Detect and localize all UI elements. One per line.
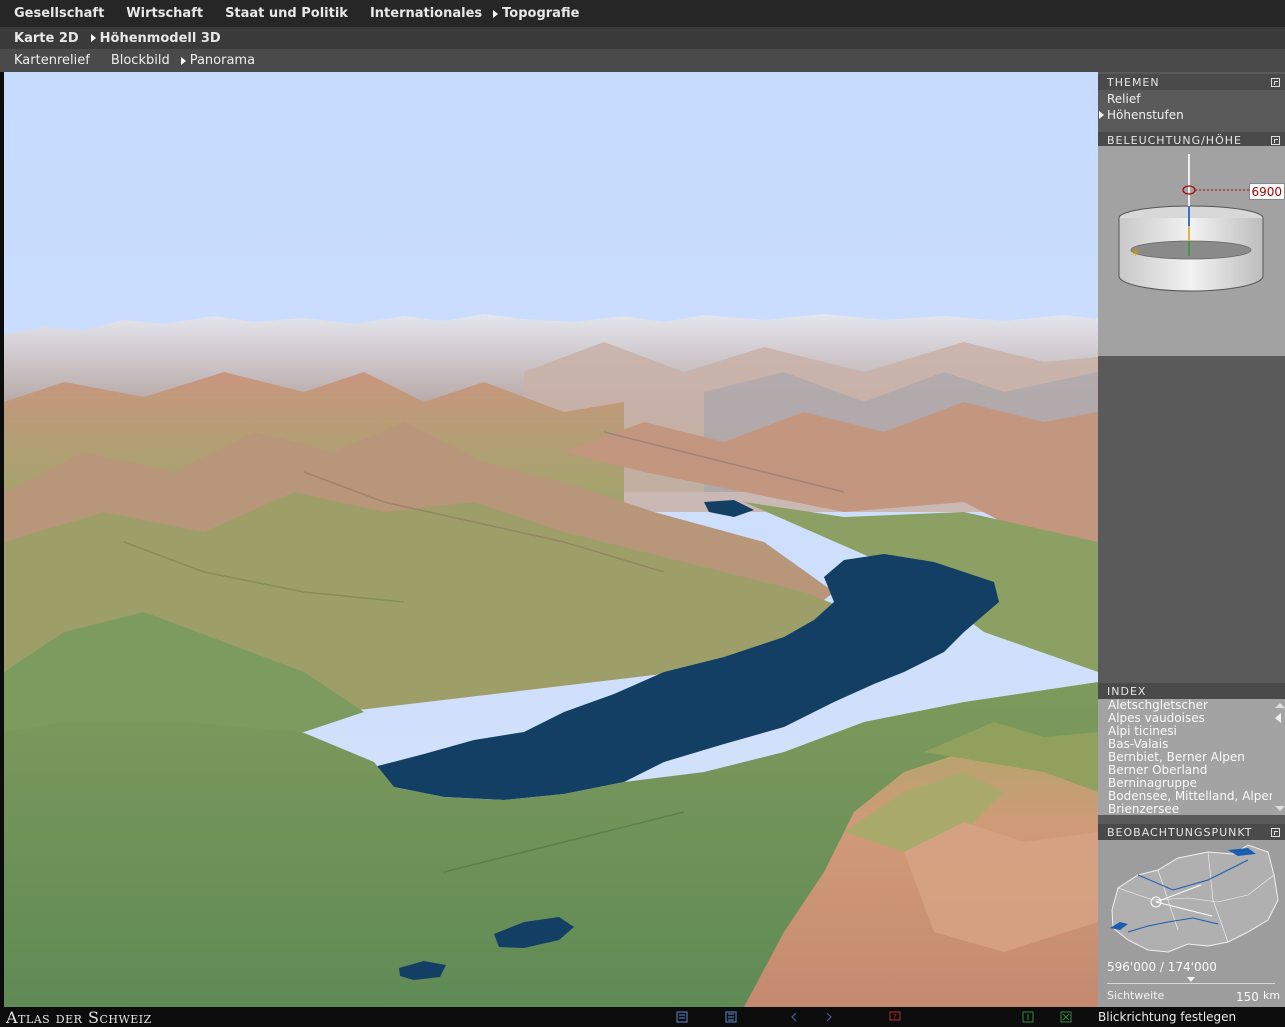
nav-kartenrelief[interactable]: Kartenrelief (14, 53, 90, 68)
nav-karte-2d[interactable]: Karte 2D (14, 31, 79, 46)
nav-wirtschaft[interactable]: Wirtschaft (126, 6, 203, 21)
forward-icon[interactable] (823, 1011, 835, 1023)
nav-label: Karte 2D (14, 30, 79, 46)
theme-label: Relief (1107, 92, 1141, 106)
expand-icon[interactable] (1271, 78, 1280, 87)
list-item[interactable]: Bas-Valais (1098, 738, 1272, 751)
help-icon[interactable]: ? (889, 1011, 901, 1023)
sichtweite-value: 150 (1236, 990, 1259, 1004)
panorama-render (4, 72, 1098, 1007)
index-scrollbar[interactable] (1272, 699, 1285, 815)
nav-label: Wirtschaft (126, 6, 204, 21)
nav-panorama[interactable]: Panorama (180, 53, 256, 68)
list-item[interactable]: Alpes vaudoises (1098, 712, 1272, 725)
atlas-app: Gesellschaft Wirtschaft Staat und Politi… (0, 0, 1285, 1027)
back-arrow-icon[interactable] (1275, 713, 1281, 723)
arrow-right-icon (90, 34, 96, 42)
svg-text:✳: ✳ (1131, 246, 1140, 259)
side-panel: THEMEN Relief Höhenstufen BELEUCHTUNG/HÖ… (1098, 72, 1285, 1007)
nav-blockbild[interactable]: Blockbild (111, 53, 170, 68)
lighting-cylinder: ✳ (1118, 154, 1264, 292)
expand-icon[interactable] (1271, 828, 1280, 837)
list-item[interactable]: Brienzersee (1098, 803, 1272, 815)
index-header: INDEX (1098, 683, 1285, 699)
expand-icon[interactable] (1271, 136, 1280, 145)
list-icon[interactable] (725, 1011, 737, 1023)
arrow-right-icon (1099, 111, 1104, 119)
list-item[interactable]: Aletschgletscher (1098, 699, 1272, 712)
status-text: Blickrichtung festlegen (1098, 1010, 1237, 1024)
nav-label: Kartenrelief (14, 53, 90, 68)
scroll-down-icon[interactable] (1275, 806, 1285, 811)
sichtweite-label: Sichtweite (1107, 989, 1165, 1002)
index-list[interactable]: Aletschgletscher Alpes vaudoises Alpi ti… (1098, 699, 1285, 815)
sichtweite-slider-thumb[interactable] (1187, 977, 1195, 982)
nav-gesellschaft[interactable]: Gesellschaft (14, 6, 104, 21)
arrow-right-icon (493, 9, 499, 18)
nav-staat-und-politik[interactable]: Staat und Politik (225, 6, 348, 21)
observation-title: BEOBACHTUNGSPUNKT (1107, 826, 1253, 839)
exit-icon[interactable] (1060, 1011, 1072, 1023)
list-item[interactable]: Berner Oberland (1098, 764, 1272, 777)
panorama-view[interactable] (4, 72, 1098, 1007)
nav-topografie[interactable]: Topografie (493, 6, 579, 21)
app-logo: Atlas der Schweiz (6, 1008, 152, 1027)
themes-title: THEMEN (1107, 76, 1160, 89)
list-item[interactable]: Bodensee, Mittelland, Alpen (1098, 790, 1272, 803)
list-item[interactable]: Berninagruppe (1098, 777, 1272, 790)
theme-relief[interactable]: Relief (1107, 92, 1140, 106)
main-nav: Gesellschaft Wirtschaft Staat und Politi… (0, 0, 1285, 27)
nav-label: Höhenmodell 3D (99, 30, 221, 46)
scroll-up-icon[interactable] (1275, 703, 1285, 708)
nav-internationales[interactable]: Internationales (370, 6, 482, 21)
view-nav: Kartenrelief Blockbild Panorama (0, 49, 1285, 72)
list-item[interactable]: Bernbiet, Berner Alpen (1098, 751, 1272, 764)
arrow-right-icon (180, 56, 186, 65)
nav-label: Staat und Politik (225, 6, 348, 21)
height-value-field[interactable]: 6900 (1249, 183, 1285, 200)
nav-label: Gesellschaft (14, 6, 105, 21)
nav-label: Panorama (189, 53, 256, 68)
theme-hoehenstufen[interactable]: Höhenstufen (1099, 108, 1184, 122)
observation-panel: 596'000 / 174'000 Sichtweite 150 km (1098, 840, 1285, 1007)
nav-label: Topografie (502, 6, 580, 21)
lighting-control[interactable]: ✳ 6900 (1098, 146, 1285, 356)
observation-header: BEOBACHTUNGSPUNKT (1098, 824, 1285, 840)
index-title: INDEX (1107, 685, 1147, 698)
sichtweite-unit: km (1263, 989, 1281, 1002)
back-icon[interactable] (788, 1011, 800, 1023)
nav-label: Blockbild (110, 53, 170, 68)
bottom-bar: Atlas der Schweiz ? Blickrichtung festle… (0, 1007, 1285, 1027)
svg-text:?: ? (893, 1013, 897, 1021)
coordinates-readout: 596'000 / 174'000 (1107, 960, 1217, 974)
overview-map[interactable] (1098, 840, 1285, 958)
info-icon[interactable] (1022, 1011, 1034, 1023)
themes-header: THEMEN (1098, 74, 1285, 90)
theme-label: Höhenstufen (1107, 108, 1184, 122)
nav-hoehenmodell-3d[interactable]: Höhenmodell 3D (90, 30, 221, 46)
nav-label: Internationales (369, 6, 483, 21)
list-item[interactable]: Alpi ticinesi (1098, 725, 1272, 738)
layout-icon[interactable] (676, 1011, 688, 1023)
sub-nav: Karte 2D Höhenmodell 3D (0, 27, 1285, 49)
sichtweite-slider-track[interactable] (1107, 983, 1275, 984)
